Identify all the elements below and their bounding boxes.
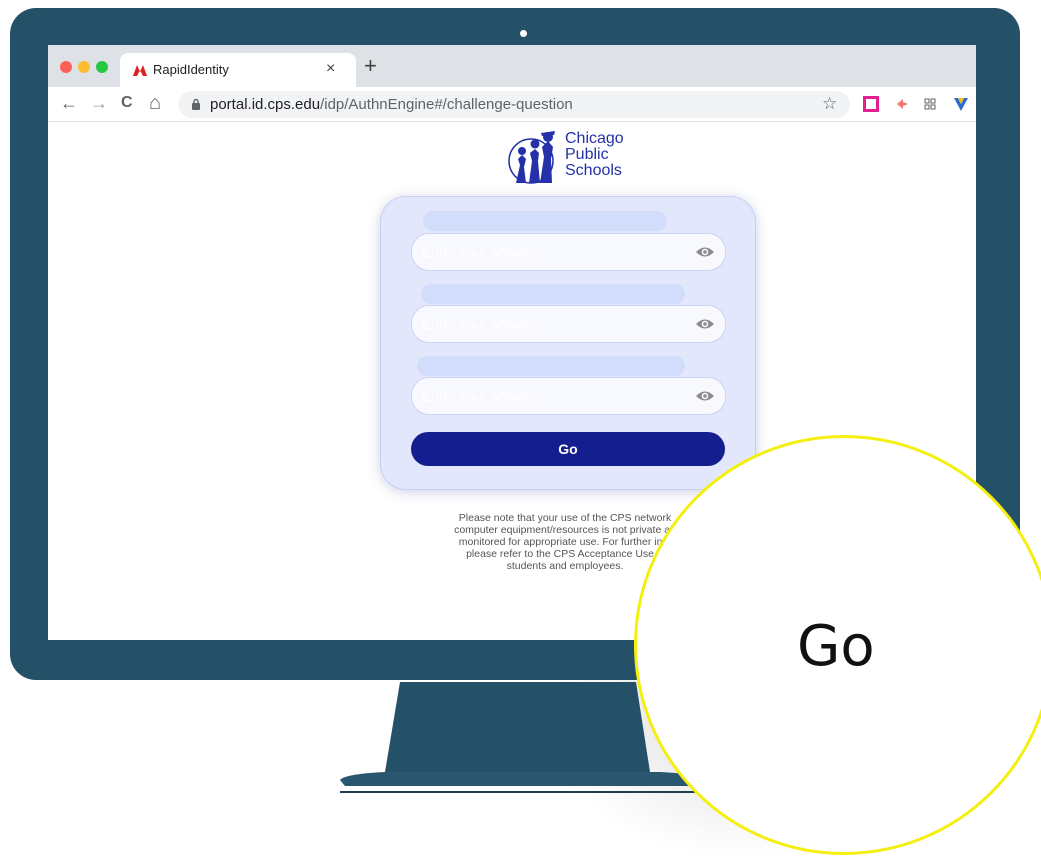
close-tab-icon[interactable]: × xyxy=(326,60,335,78)
camera-dot xyxy=(520,30,527,37)
new-tab-button[interactable]: + xyxy=(364,53,377,79)
lock-icon xyxy=(192,98,200,110)
answer-placeholder-3: Enter your answer xyxy=(422,388,536,404)
extensions-grid-icon[interactable] xyxy=(922,96,938,112)
tab-logo-icon xyxy=(133,65,147,76)
home-icon[interactable]: ⌂ xyxy=(149,92,161,114)
extension-icon[interactable] xyxy=(953,96,969,112)
back-icon[interactable]: ← xyxy=(60,92,78,114)
zoom-callout: Go xyxy=(634,435,1041,855)
logo-line-2: Public xyxy=(565,146,609,163)
tab-title: RapidIdentity xyxy=(153,62,229,77)
address-bar[interactable]: portal.id.cps.edu/idp/AuthnEngine#/chall… xyxy=(178,91,850,118)
minimize-window-icon[interactable] xyxy=(78,61,90,73)
cps-logo-text: Chicago Public Schools xyxy=(565,131,624,179)
maximize-window-icon[interactable] xyxy=(96,61,108,73)
challenge-question-card: Enter your answer Enter your answer Ente… xyxy=(380,196,756,490)
tab-bar: RapidIdentity × + xyxy=(48,45,976,87)
answer-placeholder-2: Enter your answer xyxy=(422,316,536,332)
notice-line-1: Please note that your use of the CPS net… xyxy=(458,512,672,524)
zoom-go-label: Go xyxy=(797,614,875,679)
logo-line-3: Schools xyxy=(565,162,622,179)
eye-icon[interactable] xyxy=(695,244,715,260)
answer-input-3[interactable]: Enter your answer xyxy=(411,377,726,415)
forward-icon[interactable]: → xyxy=(90,92,108,114)
eye-icon[interactable] xyxy=(695,388,715,404)
question-label-1 xyxy=(423,211,667,231)
url-host: portal.id.cps.edu xyxy=(210,96,321,113)
url-path: /idp/AuthnEngine#/challenge-question xyxy=(320,96,573,113)
extension-icon[interactable] xyxy=(863,96,879,112)
go-button[interactable]: Go xyxy=(411,432,725,466)
tab-rapididentity[interactable]: RapidIdentity × xyxy=(120,53,356,87)
browser-toolbar: ← → C ⌂ portal.id.cps.edu/idp/AuthnEngin… xyxy=(48,87,976,122)
question-label-3 xyxy=(417,356,685,376)
extension-icon[interactable] xyxy=(894,96,910,112)
eye-icon[interactable] xyxy=(695,316,715,332)
close-window-icon[interactable] xyxy=(60,61,72,73)
answer-input-1[interactable]: Enter your answer xyxy=(411,233,726,271)
answer-input-2[interactable]: Enter your answer xyxy=(411,305,726,343)
url-text: portal.id.cps.edu/idp/AuthnEngine#/chall… xyxy=(210,96,573,113)
question-label-2 xyxy=(421,284,685,304)
reload-icon[interactable]: C xyxy=(121,92,133,114)
answer-placeholder-1: Enter your answer xyxy=(422,244,536,260)
logo-line-1: Chicago xyxy=(565,130,624,147)
star-icon[interactable]: ☆ xyxy=(822,94,837,114)
